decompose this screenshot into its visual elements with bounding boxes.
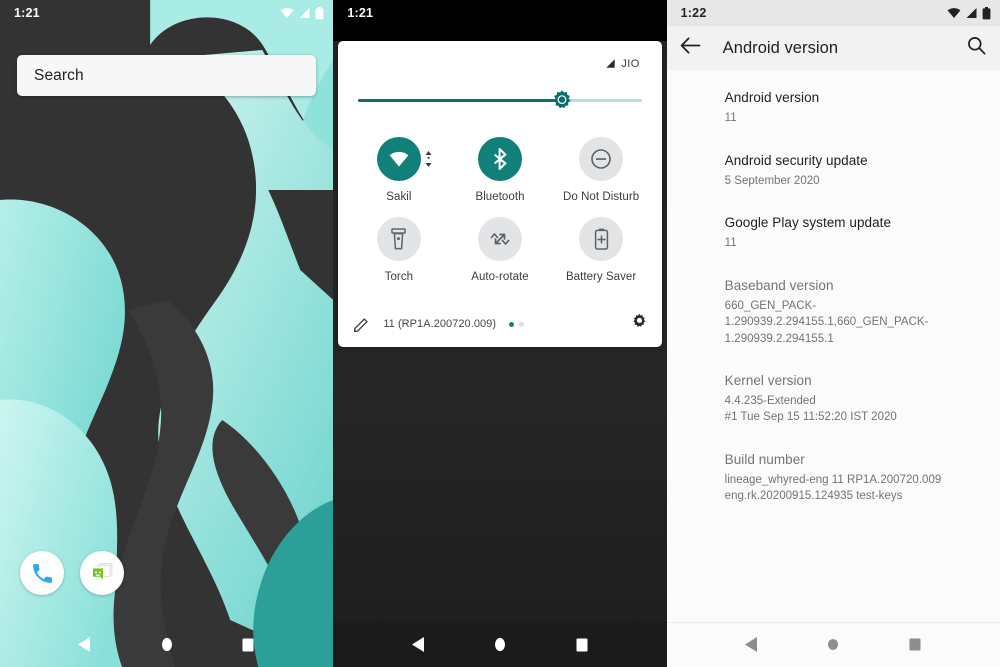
list-item[interactable]: Baseband version 660_GEN_PACK-1.290939.2… [725, 277, 978, 347]
list-item[interactable]: Build number lineage_whyred-eng 11 RP1A.… [725, 451, 978, 505]
recents-button[interactable] [565, 628, 599, 662]
autorotate-tile-circle[interactable] [477, 217, 522, 261]
back-arrow-icon[interactable] [680, 36, 701, 60]
list-item-title: Build number [724, 451, 805, 467]
bluetooth-icon [493, 148, 507, 170]
home-status-bar: 1:21 [0, 0, 333, 26]
settings-app-bar: Android version [666, 26, 1000, 70]
dnd-tile-label: Do Not Disturb [563, 191, 640, 203]
search-placeholder: Search [34, 66, 84, 84]
recents-button[interactable] [898, 628, 932, 662]
status-icons [280, 6, 324, 20]
bluetooth-tile-circle[interactable] [477, 137, 522, 181]
list-item-subtitle: 4.4.235-Extended #1 Tue Sep 15 11:52:20 … [724, 395, 897, 424]
list-item-subtitle: 11 [724, 237, 737, 250]
battery-saver-icon [594, 228, 608, 250]
quicksettings-status-bar: 1:21 [333, 0, 666, 26]
build-label: 11 (RP1A.200720.009) [383, 318, 497, 330]
back-button[interactable] [401, 628, 435, 662]
status-time: 1:22 [680, 6, 707, 20]
bluetooth-tile-label: Bluetooth [475, 191, 525, 203]
recents-button[interactable] [231, 628, 265, 662]
bluetooth-tile[interactable]: Bluetooth [449, 137, 550, 203]
list-item-subtitle: 5 September 2020 [724, 174, 820, 187]
list-item[interactable]: Android version 11 [725, 89, 978, 127]
torch-tile[interactable]: Torch [348, 217, 449, 283]
home-dock [0, 551, 124, 595]
cellular-signal-icon [966, 8, 977, 18]
list-item-title: Android version [724, 90, 820, 105]
home-button[interactable] [483, 628, 517, 662]
battery-icon [982, 6, 991, 19]
gear-icon[interactable] [631, 313, 648, 335]
dnd-tile[interactable]: Do Not Disturb [551, 137, 652, 203]
list-item[interactable]: Google Play system update 11 [725, 214, 978, 252]
carrier-label: JIO [621, 57, 640, 70]
wifi-icon [947, 8, 961, 18]
quick-settings-panel: 1:21 JIO Sakil Bluetooth Do Not Disturb … [333, 0, 667, 667]
home-button[interactable] [816, 628, 850, 662]
dnd-tile-circle[interactable] [579, 137, 624, 181]
carrier-indicator: JIO [338, 41, 661, 73]
flashlight-icon [391, 228, 407, 250]
page-dot-1[interactable] [509, 321, 515, 327]
battery-saver-tile-circle[interactable] [579, 217, 624, 261]
list-item-title: Google Play system update [724, 215, 891, 231]
slider-fill [358, 98, 563, 102]
settings-status-bar: 1:22 [666, 0, 1000, 26]
page-title: Android version [722, 38, 839, 57]
settings-panel: 1:22 Android version Android version 11 [666, 0, 1000, 667]
wifi-tile[interactable]: Sakil [348, 137, 449, 203]
battery-saver-tile[interactable]: Battery Saver [551, 217, 652, 283]
status-icons [947, 6, 991, 20]
quick-settings-tiles: Sakil Bluetooth Do Not Disturb Torch Aut… [338, 113, 661, 283]
list-item-subtitle: 11 [724, 112, 737, 125]
messaging-app-icon[interactable] [80, 551, 124, 595]
brightness-slider[interactable] [358, 87, 642, 116]
torch-tile-circle[interactable] [376, 217, 421, 261]
quicksettings-nav-bar [333, 622, 667, 667]
home-nav-bar [0, 622, 333, 667]
back-button[interactable] [68, 628, 102, 662]
back-button[interactable] [735, 628, 769, 662]
quick-settings-footer: 11 (RP1A.200720.009) [338, 305, 661, 343]
wifi-expand-chevron-icon[interactable] [425, 151, 432, 172]
list-item-title: Android security update [724, 152, 868, 168]
three-phone-screenshot-stage: 1:21 Search 1:21 JIO Sakil Bluetooth Do … [0, 0, 1000, 667]
list-item-title: Baseband version [724, 277, 834, 293]
wifi-icon [280, 8, 294, 18]
brightness-icon[interactable] [551, 89, 573, 116]
pencil-icon[interactable] [354, 317, 369, 332]
autorotate-tile-label: Auto-rotate [471, 271, 529, 283]
screen-rotation-icon [490, 233, 510, 245]
settings-nav-bar [667, 622, 1000, 667]
cellular-signal-icon [606, 59, 616, 68]
status-time: 1:21 [14, 6, 40, 20]
list-item[interactable]: Android security update 5 September 2020 [725, 152, 978, 190]
do-not-disturb-icon [591, 149, 611, 169]
wifi-icon [389, 151, 409, 167]
home-button[interactable] [150, 628, 184, 662]
phone-app-icon[interactable] [20, 551, 64, 595]
wifi-tile-circle[interactable] [376, 137, 421, 181]
status-time: 1:21 [347, 6, 374, 20]
search-input[interactable]: Search [17, 55, 317, 96]
quick-settings-card: JIO Sakil Bluetooth Do Not Disturb Torch… [338, 41, 662, 347]
battery-saver-tile-label: Battery Saver [565, 271, 637, 283]
autorotate-tile[interactable]: Auto-rotate [449, 217, 550, 283]
search-icon[interactable] [967, 36, 986, 60]
cellular-signal-icon [299, 8, 310, 18]
home-screen-panel: 1:21 Search [0, 0, 334, 667]
torch-tile-label: Torch [384, 271, 414, 283]
list-item-subtitle: lineage_whyred-eng 11 RP1A.200720.009 en… [724, 473, 942, 503]
list-item-title: Kernel version [724, 372, 812, 388]
page-dot-2[interactable] [519, 321, 525, 327]
list-item-subtitle: 660_GEN_PACK-1.290939.2.294155.1,660_GEN… [724, 299, 929, 345]
battery-icon [315, 6, 324, 19]
list-item[interactable]: Kernel version 4.4.235-Extended #1 Tue S… [725, 372, 978, 426]
wifi-tile-label: Sakil [386, 191, 412, 203]
settings-list: Android version 11 Android security upda… [666, 70, 1000, 622]
page-indicator [509, 321, 525, 327]
